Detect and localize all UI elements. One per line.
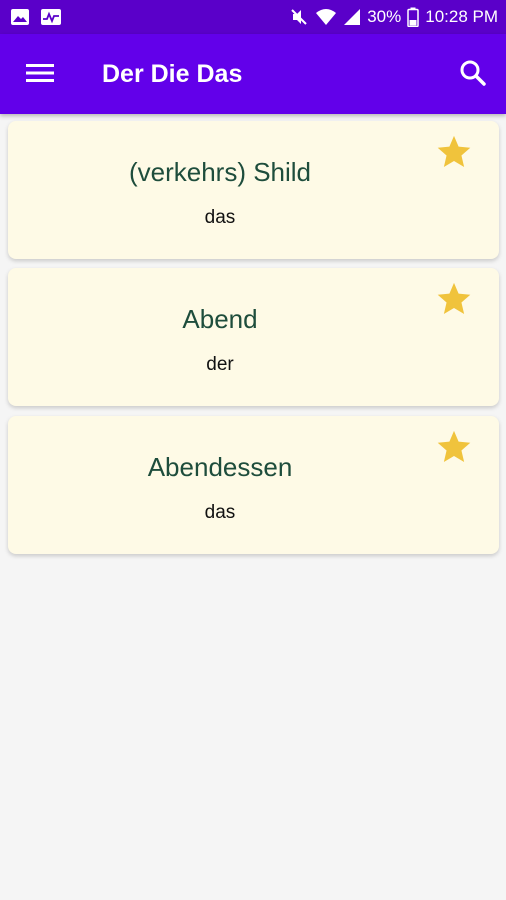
app-title: Der Die Das [102,60,243,88]
menu-button[interactable] [22,60,58,90]
clock: 10:28 PM [425,7,498,26]
search-button[interactable] [456,58,490,92]
star-icon[interactable] [435,428,473,466]
star-icon[interactable] [435,133,473,171]
word-card[interactable]: (verkehrs) Shild das [8,121,499,259]
star-icon[interactable] [435,280,473,318]
signal-icon [343,8,361,26]
search-icon [459,59,487,92]
word-card[interactable]: Abend der [8,268,499,406]
activity-icon [40,8,62,26]
battery-percent: 30% [367,7,402,26]
card-article: das [204,502,236,523]
mute-icon [289,7,309,27]
card-word: Abendessen [147,452,293,482]
gallery-icon [10,8,30,26]
card-word: (verkehrs) Shild [128,157,312,187]
status-bar: 30% 10:28 PM [0,0,506,34]
hamburger-icon [26,62,54,89]
card-article: der [206,354,234,375]
card-article: das [204,207,236,228]
app-bar: Der Die Das [0,34,506,114]
battery-icon [407,7,419,27]
card-word: Abend [182,304,258,334]
word-card[interactable]: Abendessen das [8,416,499,554]
wifi-icon [315,8,337,26]
